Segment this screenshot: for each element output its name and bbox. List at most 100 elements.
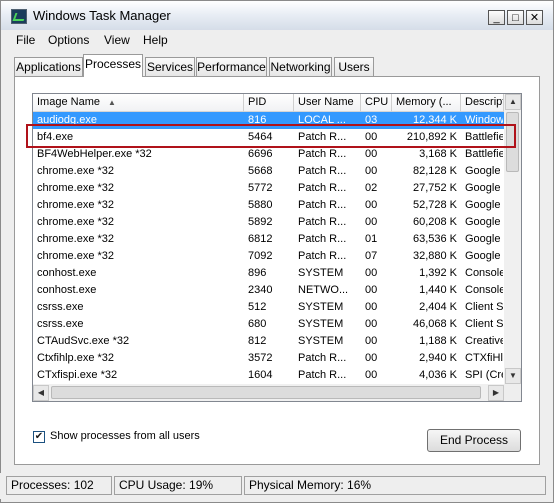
process-row[interactable]: BF4WebHelper.exe *32 6696 Patch R... 00 3,16… [33, 146, 504, 163]
scroll-up-icon[interactable]: ▲ [505, 94, 521, 110]
maximize-button[interactable]: □ [507, 10, 524, 25]
cell-cpu: 00 [365, 131, 378, 143]
cell-image-name: chrome.exe *32 [37, 233, 115, 245]
process-row[interactable]: chrome.exe *32 5880 Patch R... 00 52,728 K Go… [33, 197, 504, 214]
tab-users[interactable]: Users [334, 57, 374, 76]
cell-user-name: SYSTEM [298, 267, 344, 279]
status-bar: Processes: 102 CPU Usage: 19% Physical M… [0, 473, 552, 499]
cell-memory: 27,752 K [412, 182, 457, 194]
column-header-memory[interactable]: Memory (... [392, 94, 461, 112]
cell-pid: 2340 [248, 284, 273, 296]
scroll-right-icon[interactable]: ▶ [488, 385, 504, 401]
end-process-button[interactable]: End Process [427, 429, 521, 452]
minimize-button[interactable]: _ [488, 10, 505, 25]
process-row[interactable]: chrome.exe *32 5892 Patch R... 00 60,208 K Go… [33, 214, 504, 231]
cell-description: Console [465, 267, 503, 279]
cell-user-name: Patch R... [298, 199, 347, 211]
process-row[interactable]: conhost.exe 896 SYSTEM 00 1,392 K Console [33, 265, 504, 282]
cell-user-name: Patch R... [298, 369, 347, 381]
cell-pid: 896 [248, 267, 267, 279]
cell-image-name: Ctxfihlp.exe *32 [37, 352, 115, 364]
process-row[interactable]: audiodg.exe 816 LOCAL ... 03 12,344 K Window [33, 112, 504, 129]
cell-user-name: SYSTEM [298, 318, 344, 330]
cell-pid: 816 [248, 114, 267, 126]
cell-cpu: 00 [365, 335, 378, 347]
cell-pid: 5464 [248, 131, 273, 143]
tab-applications[interactable]: Applications [14, 57, 83, 76]
process-row[interactable]: csrss.exe 680 SYSTEM 00 46,068 K Client Se [33, 316, 504, 333]
cell-memory: 210,892 K [406, 131, 457, 143]
process-list[interactable]: Image Name ▲ PID User Name CPU Memory (..… [32, 93, 522, 402]
tab-performance[interactable]: Performance [196, 57, 267, 76]
tab-services[interactable]: Services [145, 57, 195, 76]
process-row[interactable]: csrss.exe 512 SYSTEM 00 2,404 K Client Se [33, 299, 504, 316]
vertical-scrollbar[interactable]: ▲ ▼ [504, 94, 521, 384]
cell-memory: 2,940 K [419, 352, 457, 364]
horizontal-scrollbar[interactable]: ◀ ▶ [33, 384, 504, 401]
cell-user-name: SYSTEM [298, 335, 344, 347]
column-header-pid[interactable]: PID [244, 94, 294, 112]
menu-help[interactable]: Help [143, 33, 168, 47]
cell-description: Client Se [465, 318, 503, 330]
cell-memory: 4,036 K [419, 369, 457, 381]
column-header-cpu[interactable]: CPU [361, 94, 392, 112]
cell-cpu: 00 [365, 318, 378, 330]
cell-memory: 1,188 K [419, 335, 457, 347]
title-bar[interactable]: Windows Task Manager _ □ ✕ [1, 1, 553, 30]
cell-cpu: 00 [365, 148, 378, 160]
cell-pid: 1604 [248, 369, 273, 381]
show-all-users-checkbox[interactable]: ✔ [33, 431, 45, 443]
scrollbar-corner [504, 384, 521, 401]
menu-file[interactable]: File [16, 33, 35, 47]
cell-cpu: 00 [365, 284, 378, 296]
cell-user-name: Patch R... [298, 131, 347, 143]
cell-cpu: 00 [365, 352, 378, 364]
cell-pid: 512 [248, 301, 267, 313]
close-button[interactable]: ✕ [526, 10, 543, 25]
cell-cpu: 00 [365, 301, 378, 313]
column-header-description[interactable]: Descript [461, 94, 504, 112]
process-row[interactable]: chrome.exe *32 5668 Patch R... 00 82,128 K Go… [33, 163, 504, 180]
window-title: Windows Task Manager [33, 8, 171, 23]
cell-pid: 6696 [248, 148, 273, 160]
cell-description: Battlefie [465, 131, 503, 143]
process-row[interactable]: chrome.exe *32 5772 Patch R... 02 27,752 K Go… [33, 180, 504, 197]
cell-description: SPI (Cre [465, 369, 503, 381]
cell-user-name: Patch R... [298, 182, 347, 194]
scroll-left-icon[interactable]: ◀ [33, 385, 49, 401]
process-row[interactable]: chrome.exe *32 7092 Patch R... 07 32,880 K Go… [33, 248, 504, 265]
cell-user-name: Patch R... [298, 216, 347, 228]
tab-networking[interactable]: Networking [269, 57, 332, 76]
horizontal-scroll-thumb[interactable] [51, 386, 481, 399]
process-row[interactable]: conhost.exe 2340 NETWO... 00 1,440 K Console [33, 282, 504, 299]
cell-cpu: 00 [365, 267, 378, 279]
cell-image-name: chrome.exe *32 [37, 216, 115, 228]
column-header-image-name[interactable]: Image Name ▲ [33, 94, 244, 112]
tab-processes[interactable]: Processes [83, 54, 143, 77]
cell-image-name: CTAudSvc.exe *32 [37, 335, 130, 347]
process-row[interactable]: CTAudSvc.exe *32 812 SYSTEM 00 1,188 K Creati… [33, 333, 504, 350]
process-row[interactable]: Ctxfihlp.exe *32 3572 Patch R... 00 2,940 K C… [33, 350, 504, 367]
process-row[interactable]: CTxfispi.exe *32 1604 Patch R... 00 4,036 K S… [33, 367, 504, 384]
cell-memory: 2,404 K [419, 301, 457, 313]
cell-description: Console [465, 284, 503, 296]
show-all-users-label[interactable]: Show processes from all users [50, 430, 200, 442]
scroll-down-icon[interactable]: ▼ [505, 368, 521, 384]
cell-pid: 5772 [248, 182, 273, 194]
cell-user-name: NETWO... [298, 284, 349, 296]
cell-pid: 3572 [248, 352, 273, 364]
cell-description: Google C [465, 233, 503, 245]
sort-ascending-icon: ▲ [107, 98, 116, 107]
column-header-user-name[interactable]: User Name [294, 94, 361, 112]
cell-image-name: conhost.exe [37, 267, 97, 279]
menu-view[interactable]: View [104, 33, 130, 47]
cell-cpu: 00 [365, 369, 378, 381]
cell-description: Google C [465, 216, 503, 228]
cell-description: Google C [465, 165, 503, 177]
cell-image-name: chrome.exe *32 [37, 165, 115, 177]
process-row[interactable]: bf4.exe 5464 Patch R... 00 210,892 K Battlefi… [33, 129, 504, 146]
process-row[interactable]: chrome.exe *32 6812 Patch R... 01 63,536 K Go… [33, 231, 504, 248]
menu-options[interactable]: Options [48, 33, 89, 47]
vertical-scroll-thumb[interactable] [506, 112, 519, 172]
status-cpu-usage: CPU Usage: 19% [114, 476, 242, 495]
